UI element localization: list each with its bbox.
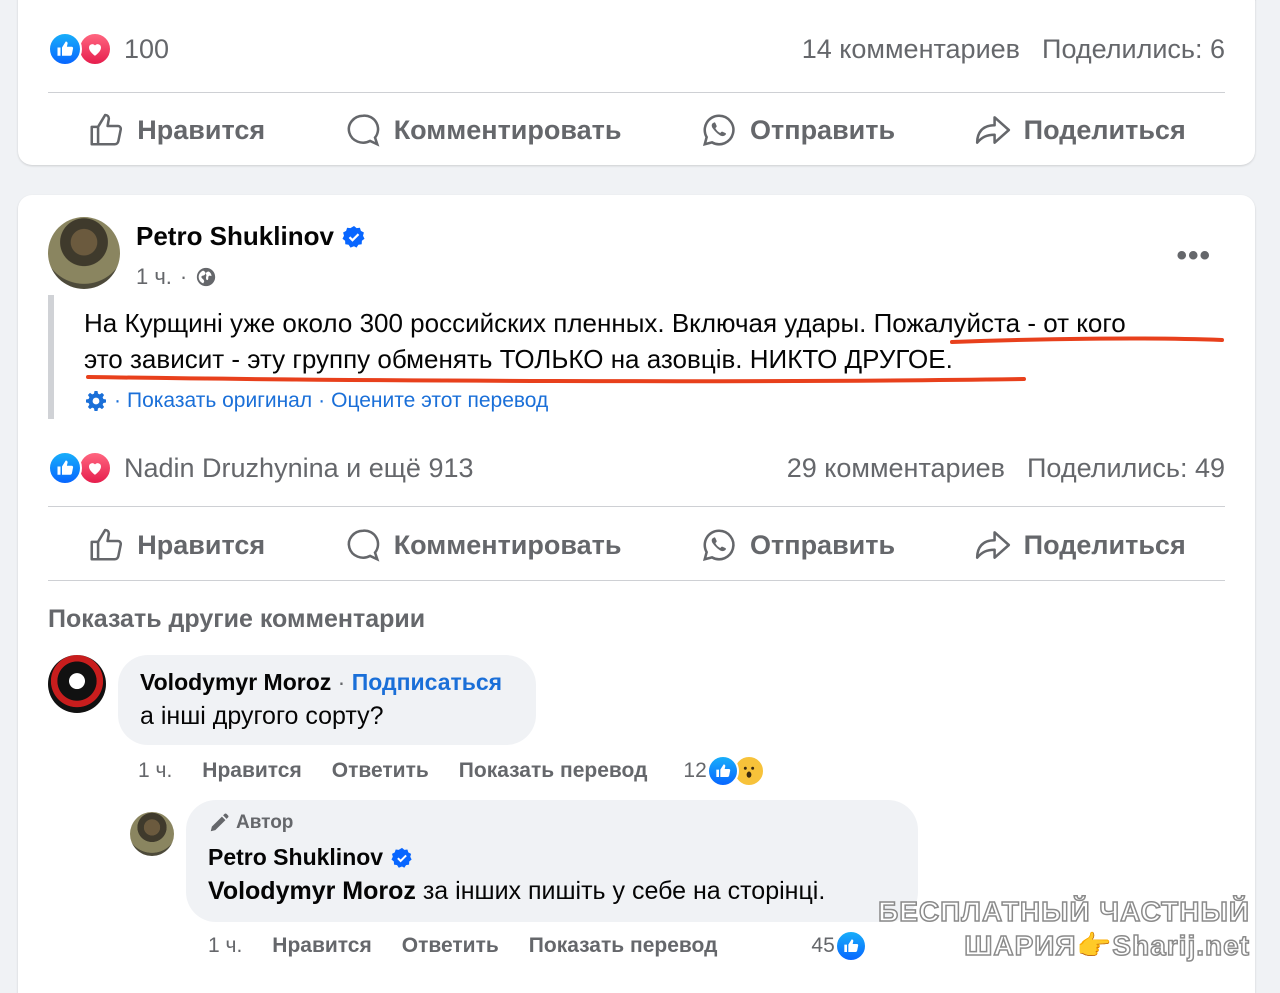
comment-like-button[interactable]: Нравится <box>202 759 301 783</box>
comment-count[interactable]: 14 комментариев <box>802 34 1020 65</box>
send-label: Отправить <box>750 114 896 145</box>
watermark-line-1: БЕСПЛАТНЫЙ ЧАСТНЫЙ <box>877 895 1250 928</box>
comment-translate-button[interactable]: Показать перевод <box>459 759 648 783</box>
comment-count[interactable]: 29 комментариев <box>787 453 1005 484</box>
reaction-icons[interactable] <box>48 32 112 66</box>
comment-time[interactable]: 1 ч. <box>138 759 172 783</box>
like-label: Нравится <box>137 114 266 145</box>
like-button[interactable]: Нравится <box>87 111 265 149</box>
divider <box>48 580 1225 581</box>
love-reaction-icon <box>78 32 112 66</box>
like-button[interactable]: Нравится <box>87 526 265 564</box>
thumbs-up-icon <box>90 113 123 146</box>
share-count[interactable]: Поделились: 6 <box>1042 34 1225 65</box>
post-stats: Nadin Druzhynina и ещё 913 29 комментари… <box>48 451 1225 485</box>
show-more-comments-link[interactable]: Показать другие комментарии <box>48 605 425 634</box>
whatsapp-icon <box>702 529 735 562</box>
whatsapp-icon <box>702 114 735 147</box>
share-arrow-icon <box>975 116 1010 144</box>
divider <box>48 92 1225 93</box>
action-bar: Нравится Комментировать Отправить Подели… <box>48 100 1225 160</box>
separator-dot: · <box>318 389 326 412</box>
reply-reaction-count: 45 <box>811 934 835 957</box>
love-reaction-icon <box>78 451 112 485</box>
post-time[interactable]: 1 ч. <box>136 264 172 290</box>
like-label: Нравится <box>137 529 266 560</box>
watermark: БЕСПЛАТНЫЙ ЧАСТНЫЙ ШАРИЯ👉Sharij.net <box>877 895 1250 963</box>
author-avatar[interactable] <box>48 217 120 289</box>
verified-badge-icon <box>391 847 412 868</box>
share-arrow-icon <box>975 531 1010 559</box>
share-label: Поделиться <box>1023 529 1186 560</box>
comment-reply-button[interactable]: Ответить <box>332 759 429 783</box>
thumbs-up-icon <box>90 528 123 561</box>
share-count[interactable]: Поделились: 49 <box>1027 453 1225 484</box>
show-original-link[interactable]: Показать оригинал <box>127 389 312 413</box>
reply-bubble: Автор Petro Shuklinov Volodymyr Moroz за… <box>186 800 918 922</box>
like-reaction-icon <box>48 32 82 66</box>
comment-meta: 1 ч. Нравится Ответить Показать перевод … <box>138 755 765 787</box>
reply-translate-button[interactable]: Показать перевод <box>529 934 718 958</box>
separator-dot: · <box>179 264 188 289</box>
settings-gear-icon[interactable] <box>84 389 108 413</box>
commenter-avatar[interactable] <box>48 655 106 713</box>
comment-reaction-count: 12 <box>683 759 707 782</box>
comment-label: Комментировать <box>393 529 622 560</box>
reply-like-button[interactable]: Нравится <box>272 934 371 958</box>
follow-button[interactable]: Подписаться <box>352 669 502 695</box>
post-header: Petro Shuklinov 1 ч. · <box>48 217 366 290</box>
like-reaction-icon <box>834 930 867 962</box>
reply-time[interactable]: 1 ч. <box>208 934 242 958</box>
separator-dot: · <box>337 669 352 695</box>
reply-reactions[interactable]: 45 <box>811 930 867 962</box>
author-name[interactable]: Petro Shuklinov <box>136 221 334 252</box>
reply-meta: 1 ч. Нравится Ответить Показать перевод … <box>208 930 867 962</box>
more-options-icon[interactable]: ••• <box>1176 239 1211 273</box>
like-reaction-icon <box>48 451 82 485</box>
comment-label: Комментировать <box>393 114 622 145</box>
comment-bubble: Volodymyr Moroz · Подписаться а інші дру… <box>118 655 536 745</box>
divider <box>48 506 1225 507</box>
comment-reactions[interactable]: 12 <box>683 755 765 787</box>
post-card: Petro Shuklinov 1 ч. · ••• На Курщині уж… <box>18 195 1255 993</box>
reply-text: за інших пишіть у себе на сторінці. <box>415 877 826 905</box>
comment-button[interactable]: Комментировать <box>344 111 622 149</box>
previous-post-stats: 100 14 комментариев Поделились: 6 <box>48 32 1225 66</box>
comment-bubble-icon <box>347 114 380 147</box>
globe-icon <box>197 267 216 287</box>
send-button[interactable]: Отправить <box>700 111 895 149</box>
post-text-line-2: это зависит - эту группу обменять ТОЛЬКО… <box>84 344 953 374</box>
comment: Volodymyr Moroz · Подписаться а інші дру… <box>48 655 536 745</box>
reply-author-name[interactable]: Petro Shuklinov <box>208 844 383 871</box>
separator-dot: · <box>114 389 121 412</box>
author-tag-label: Автор <box>236 812 294 833</box>
reaction-icons[interactable] <box>48 451 112 485</box>
like-reaction-icon <box>706 755 739 787</box>
share-button[interactable]: Поделиться <box>974 111 1186 149</box>
watermark-line-2: ШАРИЯ👉Sharij.net <box>964 929 1250 962</box>
reaction-count[interactable]: 100 <box>124 34 169 65</box>
reactors-summary[interactable]: Nadin Druzhynina и ещё 913 <box>124 453 474 484</box>
reply-reply-button[interactable]: Ответить <box>402 934 499 958</box>
share-label: Поделиться <box>1023 114 1186 145</box>
previous-post-card: 100 14 комментариев Поделились: 6 Нравит… <box>18 0 1255 165</box>
reply-author-avatar[interactable] <box>130 812 174 856</box>
share-button[interactable]: Поделиться <box>974 526 1186 564</box>
action-bar: Нравится Комментировать Отправить Подели… <box>48 515 1225 575</box>
rate-translation-link[interactable]: Оцените этот перевод <box>331 389 548 413</box>
verified-badge-icon <box>342 225 365 248</box>
translation-row: · Показать оригинал · Оцените этот перев… <box>84 389 1228 419</box>
commenter-name[interactable]: Volodymyr Moroz <box>140 669 331 695</box>
post-content: На Курщині уже около 300 российских плен… <box>48 295 1228 419</box>
mention-link[interactable]: Volodymyr Moroz <box>208 877 416 905</box>
reply: Автор Petro Shuklinov Volodymyr Moroz за… <box>130 800 918 922</box>
send-button[interactable]: Отправить <box>700 526 895 564</box>
send-label: Отправить <box>750 529 896 560</box>
comment-bubble-icon <box>347 529 380 562</box>
comment-button[interactable]: Комментировать <box>344 526 622 564</box>
comment-text: а інші другого сорту? <box>140 702 384 730</box>
author-pen-icon <box>210 813 229 832</box>
post-text-line-1: На Курщині уже около 300 российских плен… <box>84 308 1126 338</box>
